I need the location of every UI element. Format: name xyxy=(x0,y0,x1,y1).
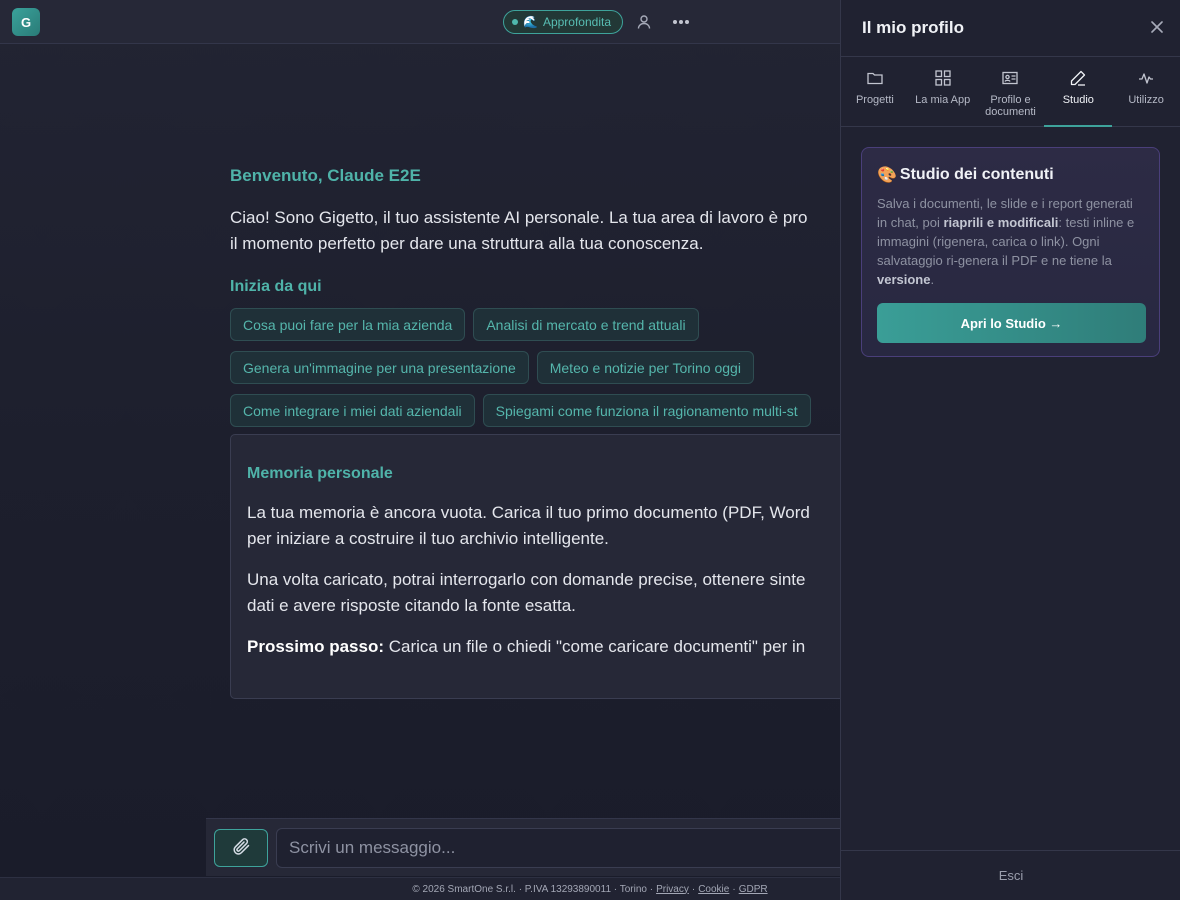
memory-card: Memoria personale La tua memoria è ancor… xyxy=(230,434,840,699)
panel-header: Il mio profilo xyxy=(841,0,1180,57)
studio-title-text: Studio dei contenuti xyxy=(899,166,1054,183)
tab-profile-documents[interactable]: Profilo e documenti xyxy=(977,57,1045,126)
suggestion-chip[interactable]: Spiegami come funziona il ragionamento m… xyxy=(482,394,811,427)
tab-studio[interactable]: Studio xyxy=(1044,57,1112,127)
cookie-link[interactable]: Cookie xyxy=(698,884,729,895)
suggestion-chip[interactable]: Come integrare i miei dati aziendali xyxy=(230,394,475,427)
suggestion-chip[interactable]: Cosa puoi fare per la mia azienda xyxy=(230,308,466,341)
grid-icon xyxy=(935,68,951,88)
panel-tabs: Progetti La mia App Profilo e documenti … xyxy=(841,57,1180,127)
privacy-link[interactable]: Privacy xyxy=(656,884,689,895)
logout-button[interactable]: Esci xyxy=(841,850,1180,900)
more-options-icon[interactable] xyxy=(671,12,691,32)
attach-button[interactable] xyxy=(214,829,268,867)
studio-desc-part: . xyxy=(930,272,935,287)
memory-p1-line-1: La tua memoria è ancora vuota. Carica il… xyxy=(247,503,810,522)
close-icon[interactable] xyxy=(1148,18,1166,36)
panel-title: Il mio profilo xyxy=(862,18,964,37)
intro-line-2: il momento perfetto per dare una struttu… xyxy=(230,234,704,253)
id-card-icon xyxy=(1002,68,1019,88)
message-composer xyxy=(206,818,856,876)
tab-label: Profilo e documenti xyxy=(985,94,1036,118)
profile-panel: Il mio profilo Progetti La mia App Profi… xyxy=(840,0,1180,900)
studio-desc-bold: versione xyxy=(877,272,931,287)
app-logo[interactable]: G xyxy=(12,8,40,36)
mode-label: Approfondita xyxy=(542,15,612,29)
folder-icon xyxy=(867,68,883,88)
memory-p2-line-2: dati e avere risposte citando la fonte e… xyxy=(247,596,576,615)
wave-icon: 🌊 xyxy=(523,15,538,29)
tab-label: La mia App xyxy=(915,94,971,106)
footer-separator: · xyxy=(691,883,696,895)
activity-icon xyxy=(1138,68,1154,88)
tab-my-app[interactable]: La mia App xyxy=(909,57,977,126)
suggestion-chips: Cosa puoi fare per la mia azienda Analis… xyxy=(230,308,840,427)
welcome-title: Benvenuto, Claude E2E xyxy=(230,166,421,185)
tab-label: Studio xyxy=(1062,94,1094,106)
start-here-title: Inizia da qui xyxy=(230,278,322,295)
mode-status-dot xyxy=(512,19,518,25)
intro-line-1: Ciao! Sono Gigetto, il tuo assistente AI… xyxy=(230,208,808,227)
palette-icon: 🎨 xyxy=(877,167,897,184)
mode-selector[interactable]: 🌊 Approfondita xyxy=(503,10,623,34)
studio-title: 🎨 Studio dei contenuti xyxy=(877,165,1144,185)
footer-copyright: © 2026 SmartOne S.r.l. · P.IVA 132938900… xyxy=(412,883,654,895)
tab-projects[interactable]: Progetti xyxy=(841,57,909,126)
suggestion-chip[interactable]: Meteo e notizie per Torino oggi xyxy=(536,351,754,384)
memory-paragraph-2: Una volta caricato, potrai interrogarlo … xyxy=(247,567,840,619)
memory-paragraph-1: La tua memoria è ancora vuota. Carica il… xyxy=(247,500,840,552)
memory-next-step: Prossimo passo: Carica un file o chiedi … xyxy=(247,634,840,660)
pencil-icon xyxy=(1070,68,1086,88)
studio-description: Salva i documenti, le slide e i report g… xyxy=(877,194,1144,289)
tab-label: Utilizzo xyxy=(1128,94,1164,106)
paperclip-icon xyxy=(231,836,251,861)
memory-p2-line-1: Una volta caricato, potrai interrogarlo … xyxy=(247,570,806,589)
intro-text: Ciao! Sono Gigetto, il tuo assistente AI… xyxy=(230,205,840,257)
gdpr-link[interactable]: GDPR xyxy=(739,884,768,895)
user-icon[interactable] xyxy=(634,12,654,32)
memory-title: Memoria personale xyxy=(247,465,393,482)
memory-p1-line-2: per iniziare a costruire il tuo archivio… xyxy=(247,529,609,548)
tab-label: Progetti xyxy=(855,94,894,106)
open-studio-button[interactable]: Apri lo Studio → xyxy=(877,303,1146,343)
chat-content: Benvenuto, Claude E2E Ciao! Sono Gigetto… xyxy=(230,160,840,720)
tab-usage[interactable]: Utilizzo xyxy=(1112,57,1180,126)
next-step-label: Prossimo passo: xyxy=(247,637,384,656)
suggestion-chip[interactable]: Analisi di mercato e trend attuali xyxy=(473,308,699,341)
footer-separator: · xyxy=(732,883,736,895)
top-bar: G 🌊 Approfondita xyxy=(0,0,840,44)
studio-card: 🎨 Studio dei contenuti Salva i documenti… xyxy=(861,147,1160,357)
next-step-text: Carica un file o chiedi "come caricare d… xyxy=(384,637,806,656)
suggestion-chip[interactable]: Genera un'immagine per una presentazione xyxy=(230,351,529,384)
studio-desc-bold: riaprili e modificali xyxy=(943,215,1059,230)
message-input[interactable] xyxy=(276,828,856,868)
